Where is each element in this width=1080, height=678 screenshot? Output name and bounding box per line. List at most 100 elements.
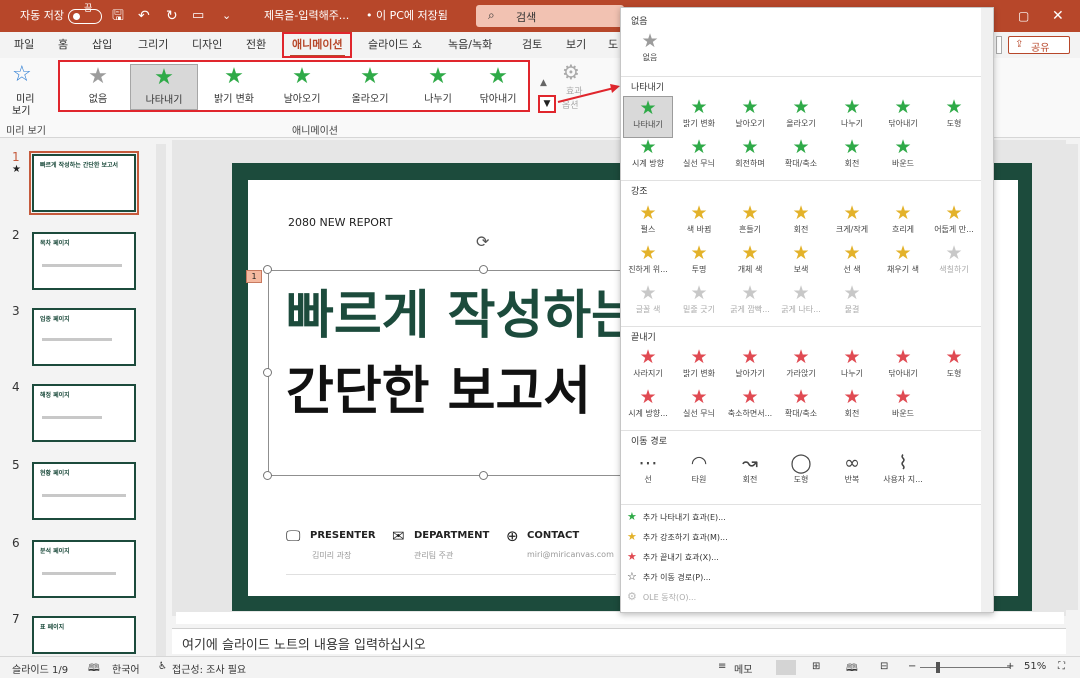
panel-item[interactable]: ★ 날아오기: [725, 96, 775, 138]
panel-item[interactable]: ★ 시계 방향: [623, 136, 673, 178]
panel-item[interactable]: ★ 시계 방향...: [623, 386, 673, 428]
editor-hscrollbar[interactable]: [176, 612, 1064, 624]
panel-item[interactable]: ★ 가라앉기: [776, 346, 826, 388]
motion-path-item[interactable]: ◠ 타원: [674, 452, 724, 494]
panel-item[interactable]: ★ 굵게 나타...: [776, 282, 826, 324]
panel-item[interactable]: ★ 나누기: [827, 96, 877, 138]
panel-item[interactable]: ★ 닦아내기: [878, 96, 928, 138]
panel-item[interactable]: ★ 바운드: [878, 136, 928, 178]
gallery-item-float-in[interactable]: ★ 올라오기: [336, 64, 404, 110]
restore-icon[interactable]: ▢: [1018, 0, 1029, 32]
tab-insert[interactable]: 삽입: [92, 36, 112, 52]
tab-transitions[interactable]: 전환: [246, 36, 266, 52]
gallery-item-split[interactable]: ★ 나누기: [404, 64, 472, 110]
slideshow-view-icon[interactable]: ⊟: [880, 661, 888, 672]
panel-item[interactable]: ★ 나누기: [827, 346, 877, 388]
panel-item[interactable]: ★ 어둡게 만...: [929, 202, 979, 244]
motion-path-item[interactable]: ⋯ 선: [623, 452, 673, 494]
tab-view[interactable]: 보기: [566, 36, 586, 52]
book-icon[interactable]: 🕮: [88, 661, 100, 678]
notes-button[interactable]: 메모: [734, 661, 752, 676]
slide-thumb-7[interactable]: 표 페이지: [32, 616, 136, 654]
gallery-item-appear[interactable]: ★ 나타내기: [130, 64, 198, 110]
tab-file[interactable]: 파일: [14, 36, 34, 52]
close-icon[interactable]: ✕: [1052, 0, 1064, 32]
panel-item[interactable]: ★ 선 색: [827, 242, 877, 284]
panel-item[interactable]: ★ 밝기 변화: [674, 346, 724, 388]
gallery-expand-button[interactable]: ▼: [538, 95, 556, 113]
panel-item[interactable]: ★ 흔들기: [725, 202, 775, 244]
resize-handle[interactable]: [479, 471, 488, 480]
panel-item[interactable]: ★ 글꼴 색: [623, 282, 673, 324]
resize-handle[interactable]: [263, 265, 272, 274]
resize-handle[interactable]: [479, 265, 488, 274]
panel-item[interactable]: ★ 실선 무늬: [674, 136, 724, 178]
share-button[interactable]: ⇪ 공유: [1008, 36, 1070, 54]
rotate-handle-icon[interactable]: ⟳: [476, 232, 489, 251]
panel-scrollbar[interactable]: [981, 8, 993, 612]
slide-thumb-6[interactable]: 분석 페이지: [32, 540, 136, 598]
panel-item[interactable]: ★ 회전: [776, 202, 826, 244]
panel-item[interactable]: ★ 회전하며: [725, 136, 775, 178]
preview-label-2[interactable]: 보기: [12, 102, 30, 117]
motion-path-item[interactable]: ⌇ 사용자 지...: [878, 452, 928, 494]
motion-path-item[interactable]: ∞ 반복: [827, 452, 877, 494]
resize-handle[interactable]: [263, 368, 272, 377]
editor-scrollbar[interactable]: [1066, 144, 1078, 610]
zoom-out-icon[interactable]: −: [908, 661, 916, 672]
slide-thumb-3[interactable]: 업종 페이지: [32, 308, 136, 366]
fit-slide-icon[interactable]: ⛶: [1058, 661, 1065, 672]
autosave-toggle[interactable]: 끔: [68, 4, 102, 24]
panel-item[interactable]: ★ 크게/작게: [827, 202, 877, 244]
panel-item[interactable]: ★ 올라오기: [776, 96, 826, 138]
panel-item[interactable]: ★ 축소하면서...: [725, 386, 775, 428]
zoom-level[interactable]: 51%: [1024, 661, 1046, 672]
tab-more[interactable]: 도: [608, 36, 618, 52]
panel-item[interactable]: ★ 바운드: [878, 386, 928, 428]
reading-view-icon[interactable]: 🕮: [846, 661, 858, 678]
panel-item[interactable]: ★ 회전: [827, 136, 877, 178]
notes-pane[interactable]: 여기에 슬라이드 노트의 내용을 입력하십시오: [172, 628, 1066, 654]
panel-item[interactable]: ★ 날아가기: [725, 346, 775, 388]
tab-record[interactable]: 녹음/녹화: [448, 36, 492, 52]
slide-thumb-1[interactable]: 빠르게 작성하는 간단한 보고서: [29, 151, 139, 215]
save-location[interactable]: • 이 PC에 저장됨: [366, 0, 448, 32]
panel-item[interactable]: ★ 펄스: [623, 202, 673, 244]
more-effects-item[interactable]: ★ 추가 끝내기 효과(X)...: [627, 550, 719, 563]
panel-item[interactable]: ★ 투명: [674, 242, 724, 284]
panel-item[interactable]: ★ 물결: [827, 282, 877, 324]
panel-item[interactable]: ★ 굵게 깜빡...: [725, 282, 775, 324]
panel-item[interactable]: ★ 사라지기: [623, 346, 673, 388]
tab-review[interactable]: 검토: [522, 36, 542, 52]
sorter-view-icon[interactable]: ⊞: [812, 661, 820, 672]
effect-options-icon[interactable]: ⚙: [562, 60, 580, 84]
tab-design[interactable]: 디자인: [192, 36, 222, 52]
redo-icon[interactable]: ↻: [166, 0, 178, 32]
panel-item[interactable]: ★ 닦아내기: [878, 346, 928, 388]
slide-thumb-5[interactable]: 현황 페이지: [32, 462, 136, 520]
resize-handle[interactable]: [263, 471, 272, 480]
panel-item[interactable]: ★ 흐리게: [878, 202, 928, 244]
search-box[interactable]: ⌕ 검색: [476, 5, 624, 27]
zoom-thumb[interactable]: [936, 662, 940, 673]
panel-item[interactable]: ★ 진하게 위...: [623, 242, 673, 284]
panel-item[interactable]: ★ 확대/축소: [776, 386, 826, 428]
panel-item[interactable]: ★ 밑줄 긋기: [674, 282, 724, 324]
tab-draw[interactable]: 그리기: [138, 36, 168, 52]
gallery-item-none[interactable]: ★ 없음: [64, 64, 132, 110]
preview-icon[interactable]: ☆: [12, 62, 32, 87]
panel-item[interactable]: ★ 나타내기: [623, 96, 673, 138]
more-effects-item[interactable]: ☆ 추가 이동 경로(P)...: [627, 570, 711, 583]
zoom-slider[interactable]: [920, 667, 1010, 668]
panel-item[interactable]: ★ 실선 무늬: [674, 386, 724, 428]
gallery-scroll-up-icon[interactable]: ▲: [540, 78, 547, 88]
motion-path-item[interactable]: ◯ 도형: [776, 452, 826, 494]
save-icon[interactable]: 🖫: [112, 0, 124, 32]
present-icon[interactable]: ▭: [192, 0, 204, 32]
accessibility-status[interactable]: 접근성: 조사 필요: [172, 661, 246, 676]
gallery-item-fade[interactable]: ★ 밝기 변화: [200, 64, 268, 110]
customize-icon[interactable]: ⌄: [222, 0, 231, 32]
more-effects-item[interactable]: ★ 추가 강조하기 효과(M)...: [627, 530, 728, 543]
panel-item[interactable]: ★ 색 바뀜: [674, 202, 724, 244]
panel-item[interactable]: ★ 밝기 변화: [674, 96, 724, 138]
